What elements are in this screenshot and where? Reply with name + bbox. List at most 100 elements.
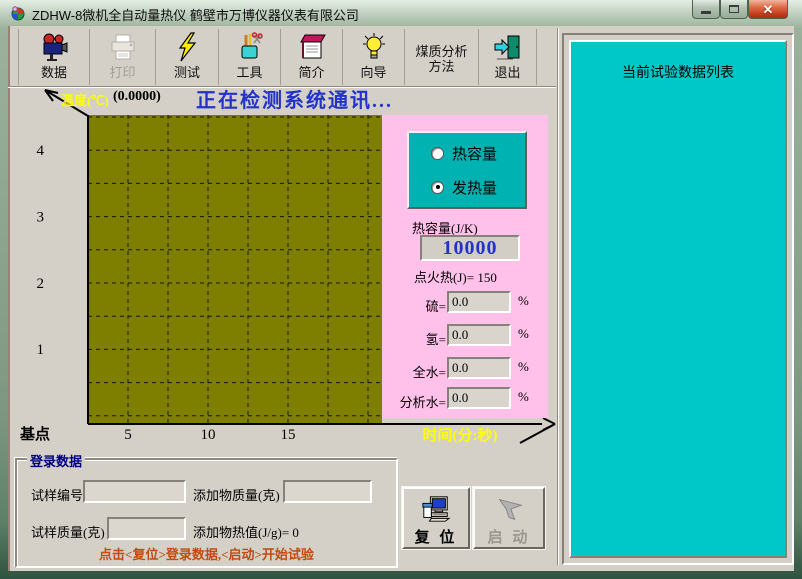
heat-capacity-value: 10000 [443, 237, 498, 260]
sample-mass-input[interactable] [107, 517, 186, 540]
app-window: ZDHW-8微机全自动量热仪 鹤壁市万博仪器仪表有限公司 ✕ 数据 [0, 0, 802, 579]
total-moisture-label: 全水= [390, 362, 446, 381]
computer-icon [420, 494, 452, 524]
sample-no-label: 试样编号 [31, 485, 83, 504]
close-button[interactable]: ✕ [748, 0, 788, 19]
hydrogen-unit: % [518, 326, 529, 342]
sulfur-row: 硫= % [382, 291, 548, 315]
mode-radio[interactable] [431, 181, 444, 194]
title-bar: ZDHW-8微机全自动量热仪 鹤壁市万博仪器仪表有限公司 ✕ [0, 0, 802, 26]
additive-heat-label: 添加物热值(J/g)= [193, 525, 289, 540]
analysis-moisture-row: 分析水= % [382, 387, 548, 411]
toolbar-button-test[interactable]: 测试 [156, 29, 219, 85]
toolbar-button-label: 简介 [298, 65, 324, 80]
toolbar-button-print[interactable]: 打印 [90, 29, 156, 85]
hydrogen-input[interactable] [447, 324, 511, 346]
x-tick-label: 15 [281, 427, 296, 443]
minimize-button[interactable] [692, 0, 720, 19]
x-axis-title: 时间(分:秒) [423, 426, 498, 444]
hydrogen-row: 氢= % [382, 324, 548, 348]
status-message: 正在检测系统通讯... [196, 84, 393, 113]
toolbar-button-tools[interactable]: 工具 [219, 29, 281, 85]
frame-shadow [8, 26, 10, 571]
analysis-moisture-label: 分析水= [390, 392, 446, 411]
login-group-title: 登录数据 [27, 451, 85, 470]
toolbar-button-coal-analysis[interactable]: 煤质分析方法 [405, 29, 479, 85]
analysis-moisture-input[interactable] [447, 387, 511, 409]
y-tick-label: 1 [37, 342, 45, 358]
mode-option-calorific-value[interactable]: 发热量 [431, 177, 525, 198]
client-area: 数据 打印 测试 [8, 26, 794, 571]
maximize-icon [729, 5, 739, 13]
x-tick-label: 5 [124, 427, 132, 443]
ignition-heat-label: 点火热(J)= [414, 270, 474, 285]
toolbar-button-label: 测试 [174, 65, 200, 80]
login-data-group: 登录数据 试样编号 添加物质量(克) 试样质量(克) 添加物热值(J/g)= 0… [15, 458, 398, 568]
additive-mass-label: 添加物质量(克) [193, 485, 280, 504]
bulb-icon [359, 32, 389, 62]
x-axis-arrowhead [543, 424, 555, 430]
mode-radio[interactable] [431, 147, 444, 160]
y-axis-title: 温度(℃) [61, 90, 109, 109]
window-title: ZDHW-8微机全自动量热仪 鹤壁市万博仪器仪表有限公司 [32, 5, 359, 24]
toolbar-button-exit[interactable]: 退出 [479, 29, 537, 85]
maximize-button[interactable] [720, 0, 748, 19]
toolbar: 数据 打印 测试 [18, 29, 537, 85]
parameters-panel: 热容量 发热量 热容量(J/K) 10000 点火热(J)= 150 硫= % [382, 115, 548, 418]
camera-icon [39, 32, 69, 62]
sample-no-input[interactable] [83, 480, 186, 503]
cursor-arrow-icon [493, 494, 525, 524]
additive-heat-row: 添加物热值(J/g)= 0 [193, 522, 299, 541]
exit-door-icon [493, 32, 523, 62]
printer-icon [108, 32, 138, 62]
app-icon [10, 5, 26, 21]
mode-selector-box: 热容量 发热量 [407, 131, 527, 209]
toolbar-button-data[interactable]: 数据 [18, 29, 90, 85]
plot-area [88, 115, 382, 424]
y-tick-label: 4 [37, 143, 45, 159]
additive-mass-input[interactable] [283, 480, 372, 503]
y-tick-label: 2 [37, 276, 45, 292]
toolbar-button-label: 煤质分析方法 [415, 44, 467, 74]
mode-option-label: 发热量 [452, 177, 497, 198]
ignition-heat-value: 150 [477, 270, 497, 285]
y-tick-label: 3 [37, 209, 45, 225]
x-tick-label: 10 [201, 427, 216, 443]
data-list[interactable]: 当前试验数据列表 [569, 40, 787, 558]
hydrogen-label: 氢= [390, 329, 446, 348]
notebook-icon [297, 32, 327, 62]
data-list-panel: 当前试验数据列表 [562, 33, 794, 565]
x-axis-arrowhead [543, 418, 555, 424]
hint-text: 点击<复位>登录数据,<启动>开始试验 [17, 544, 396, 563]
temperature-value: (0.0000) [113, 89, 161, 105]
toolbar-button-label: 打印 [109, 65, 135, 80]
sample-mass-label: 试样质量(克) [31, 522, 105, 541]
heat-capacity-display[interactable]: 10000 [420, 235, 520, 261]
reset-button-label: 复 位 [415, 526, 458, 547]
sulfur-unit: % [518, 293, 529, 309]
toolbar-button-wizard[interactable]: 向导 [343, 29, 405, 85]
mode-option-heat-capacity[interactable]: 热容量 [431, 143, 525, 164]
x-origin-label: 基点 [20, 425, 50, 443]
toolbar-button-label: 向导 [360, 65, 386, 80]
data-list-title: 当前试验数据列表 [571, 62, 785, 82]
toolbar-button-label: 退出 [494, 65, 520, 80]
sulfur-label: 硫= [390, 296, 446, 315]
toolbar-button-label: 数据 [41, 65, 67, 80]
start-button[interactable]: 启 动 [473, 487, 545, 549]
total-moisture-input[interactable] [447, 357, 511, 379]
mode-option-label: 热容量 [452, 143, 497, 164]
minimize-icon [701, 11, 711, 14]
total-moisture-row: 全水= % [382, 357, 548, 381]
lightning-icon [172, 32, 202, 62]
additive-heat-value: 0 [292, 525, 299, 540]
start-button-label: 启 动 [488, 526, 531, 547]
toolbar-button-intro[interactable]: 简介 [281, 29, 343, 85]
sulfur-input[interactable] [447, 291, 511, 313]
ignition-heat-row: 点火热(J)= 150 [414, 267, 497, 286]
toolbar-button-label: 工具 [236, 65, 262, 80]
tools-icon [235, 32, 265, 62]
reset-button[interactable]: 复 位 [402, 487, 470, 549]
close-icon: ✕ [763, 3, 774, 16]
total-moisture-unit: % [518, 359, 529, 375]
